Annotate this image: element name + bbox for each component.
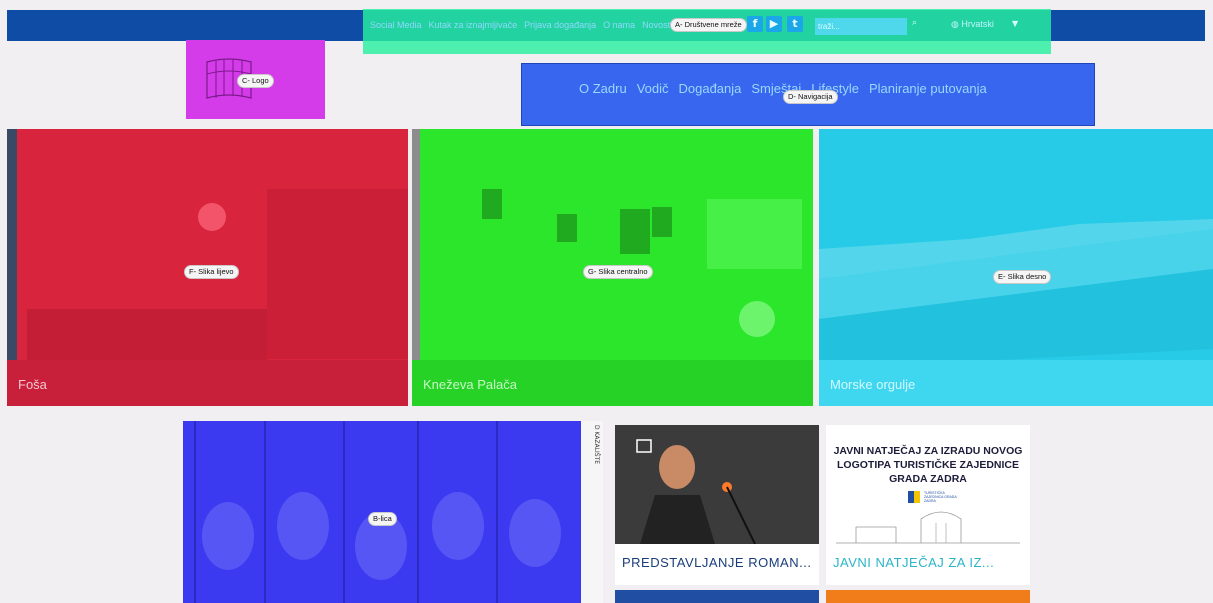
top-link-social-media[interactable]: Social Media [370,20,422,30]
language-selector[interactable]: ◍ Hrvatski [951,19,994,30]
zone-label-d: D- Navigacija [783,90,838,104]
top-link-o-nama[interactable]: O nama [603,20,635,30]
hero-image-right[interactable]: Morske orgulje [819,129,1213,406]
language-label: Hrvatski [961,19,994,29]
news-card-2-org-logo-accent [914,491,920,503]
hero-right-caption[interactable]: Morske orgulje [830,377,915,392]
zone-label-e: E- Slika desno [993,270,1052,284]
top-link-novosti[interactable]: Novosti [642,20,672,30]
facebook-icon[interactable]: f [747,16,763,32]
zone-label-a: A- Društvene mreže [670,18,747,32]
chevron-down-icon[interactable]: ▼ [1012,19,1018,28]
news-card-2-org: TURISTIČKA ZAJEDNICA GRADA ZADRA [924,491,957,503]
zone-label-f: F- Slika lijevo [184,265,239,279]
news-card-2-title[interactable]: JAVNI NATJEČAJ ZA IZ... [833,555,1023,571]
top-link-prijava[interactable]: Prijava događanja [524,20,596,30]
youtube-icon[interactable]: ▶ [766,16,782,32]
theatre-poster-art: D KAZALIŠTE [593,425,600,464]
news-card-1-strip [615,590,819,603]
poster-text: D KAZALIŠTE [593,425,600,464]
twitter-icon[interactable]: t [787,16,803,32]
search-icon[interactable]: ⌕ [912,18,917,28]
news-card-2-image: JAVNI NATJEČAJ ZA IZRADU NOVOG LOGOTIPA … [826,425,1030,544]
top-links: Social Media Kutak za iznajmljivače Prij… [370,20,672,30]
zone-label-g: G- Slika centralno [583,265,653,279]
nav-item-dogadanja[interactable]: Događanja [679,81,742,96]
nav-item-o-zadru[interactable]: O Zadru [579,81,627,96]
nav-item-planiranje[interactable]: Planiranje putovanja [869,81,987,96]
top-link-kutak[interactable]: Kutak za iznajmljivače [429,20,518,30]
news-card-2[interactable]: JAVNI NATJEČAJ ZA IZRADU NOVOG LOGOTIPA … [826,425,1030,585]
news-card-1[interactable]: PREDSTAVLJANJE ROMAN... [615,425,819,585]
search-input[interactable] [815,18,907,35]
news-card-1-title[interactable]: PREDSTAVLJANJE ROMAN... [622,555,812,571]
nav-item-vodic[interactable]: Vodič [637,81,669,96]
news-card-2-strip [826,590,1030,603]
news-card-2-headline: JAVNI NATJEČAJ ZA IZRADU NOVOG LOGOTIPA … [833,445,1023,485]
hero-left-caption[interactable]: Foša [18,377,47,392]
hero-left-caption-bar [7,360,408,406]
news-card-2-sketch [836,511,1020,544]
zone-label-b: B-lica [368,512,397,526]
theatre-poster: D KAZALIŠTE [581,421,603,603]
news-card-1-photo [615,425,819,545]
zone-label-c: C- Logo [237,74,274,88]
news-card-1-image [615,425,819,545]
hero-center-caption[interactable]: Kneževa Palača [423,377,517,392]
